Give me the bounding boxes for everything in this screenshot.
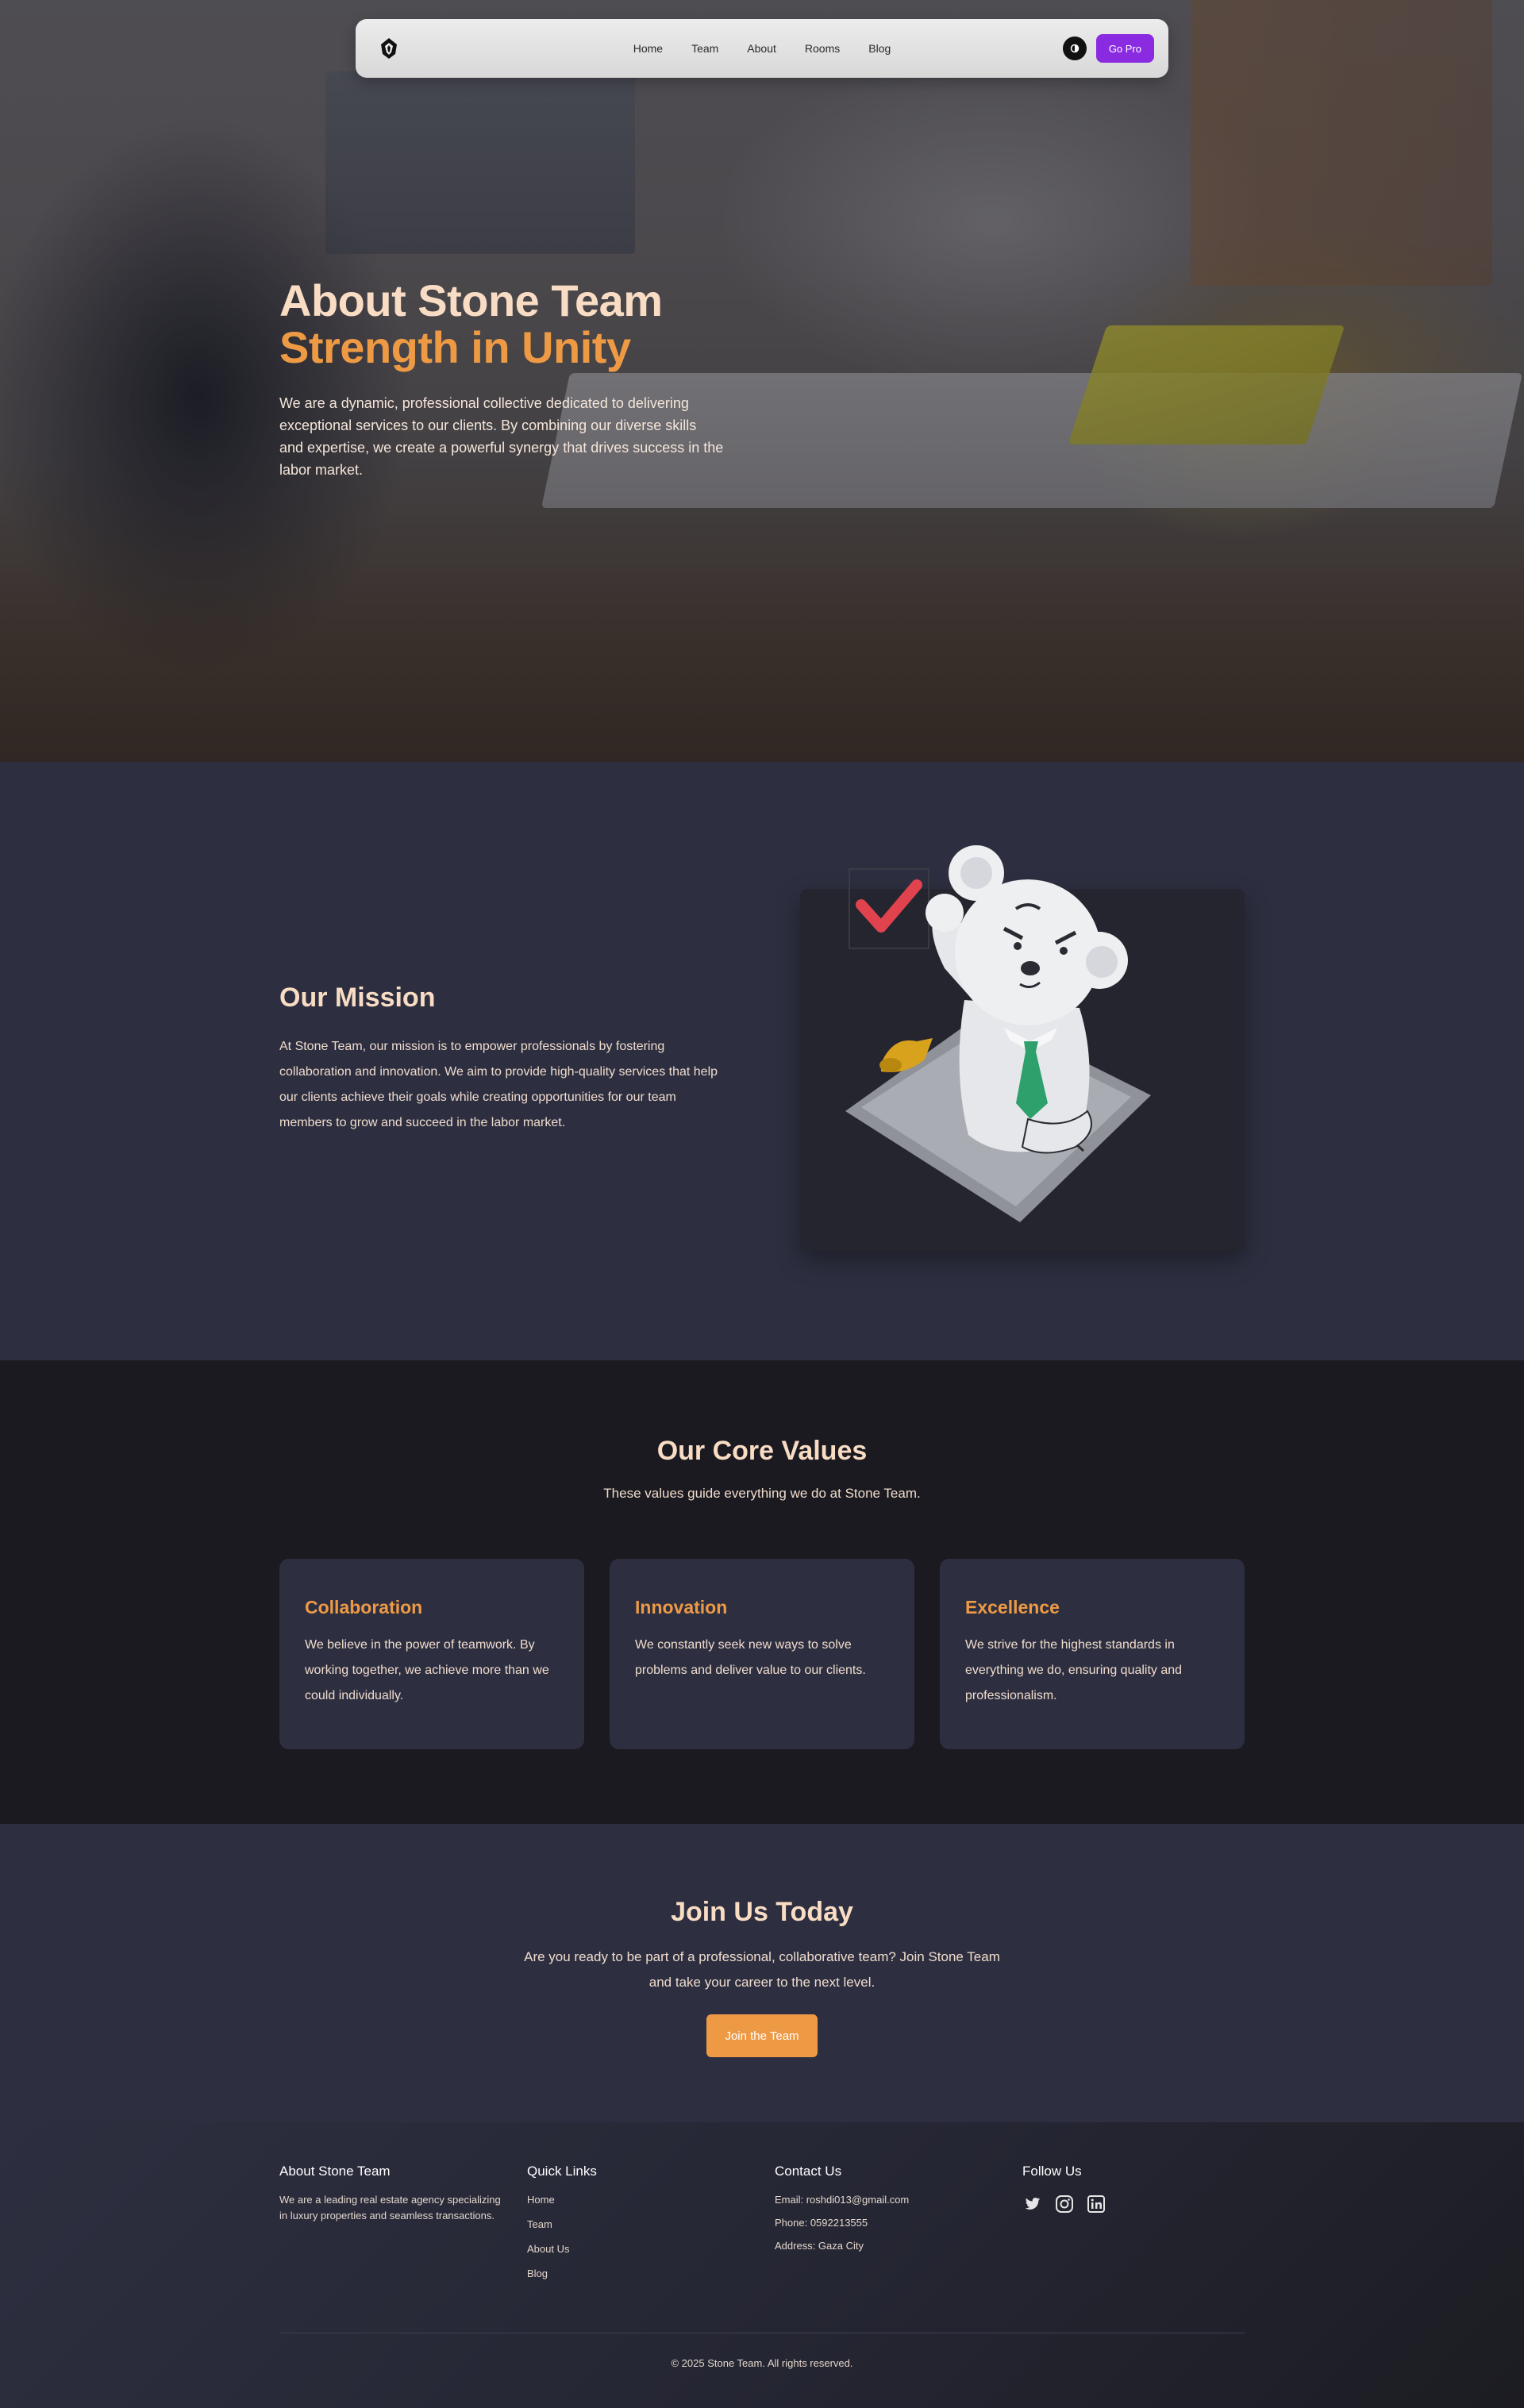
footer-about-title: About Stone Team (279, 2164, 391, 2179)
footer: About Stone Team We are a leading real e… (0, 2122, 1524, 2408)
value-card-text: We strive for the highest standards in e… (965, 1638, 1183, 1702)
footer-follow-title: Follow Us (1022, 2164, 1082, 2179)
value-card-title: Innovation (635, 1597, 728, 1618)
nav-links: Home Team About Rooms Blog (356, 19, 1168, 78)
hero-overlay (0, 0, 1524, 762)
mission-text-block: Our Mission At Stone Team, our mission i… (279, 983, 724, 1136)
join-section: Join Us Today Are you ready to be part o… (0, 1824, 1524, 2122)
value-card-title: Excellence (965, 1597, 1060, 1618)
linkedin-icon[interactable] (1086, 2194, 1106, 2214)
nav-link-rooms[interactable]: Rooms (805, 42, 840, 55)
hero-content: About Stone Team Strength in Unity We ar… (279, 275, 740, 481)
footer-link-team[interactable]: Team (527, 2218, 552, 2230)
theme-toggle-icon[interactable] (1062, 37, 1087, 60)
footer-link-blog[interactable]: Blog (527, 2268, 548, 2279)
navbar: Home Team About Rooms Blog Go Pro (356, 19, 1168, 78)
values-title: Our Core Values (656, 1436, 868, 1466)
footer-links-title: Quick Links (527, 2164, 597, 2179)
footer-about-text: We are a leading real estate agency spec… (279, 2194, 501, 2221)
footer-contact: Contact Us Email: roshdi013@gmail.com Ph… (775, 2164, 1013, 2263)
value-card-text: We constantly seek new ways to solve pro… (635, 1638, 866, 1677)
hero-title: About Stone Team (279, 275, 663, 325)
bear-mascot-illustration (845, 845, 1151, 1222)
nav-link-team[interactable]: Team (691, 42, 718, 55)
value-card-collaboration: Collaboration We believe in the power of… (279, 1559, 584, 1749)
mission-section: Our Mission At Stone Team, our mission i… (0, 762, 1524, 1360)
nav-link-blog[interactable]: Blog (868, 42, 891, 55)
footer-link-home[interactable]: Home (527, 2194, 555, 2206)
value-card-title: Collaboration (305, 1597, 423, 1618)
footer-link-about-us[interactable]: About Us (527, 2243, 569, 2255)
core-values-section: Our Core Values These values guide every… (0, 1360, 1524, 1824)
footer-follow: Follow Us (1022, 2164, 1260, 2214)
join-team-button[interactable]: Join the Team (706, 2014, 818, 2057)
values-subtitle: These values guide everything we do at S… (603, 1486, 921, 1501)
footer-contact-title: Contact Us (775, 2164, 842, 2179)
hero-description: We are a dynamic, professional collectiv… (279, 394, 724, 478)
copyright: © 2025 Stone Team. All rights reserved. (671, 2357, 853, 2369)
nav-actions: Go Pro (1062, 34, 1154, 63)
mission-title: Our Mission (279, 983, 436, 1013)
footer-phone: Phone: 0592213555 (775, 2217, 868, 2229)
value-card-excellence: Excellence We strive for the highest sta… (940, 1559, 1245, 1749)
footer-email: Email: roshdi013@gmail.com (775, 2194, 910, 2206)
values-cards: Collaboration We believe in the power of… (279, 1559, 1245, 1749)
join-description: Are you ready to be part of a profession… (524, 1949, 1000, 1990)
nav-link-about[interactable]: About (747, 42, 776, 55)
footer-about: About Stone Team We are a leading real e… (279, 2164, 518, 2224)
social-links (1022, 2194, 1260, 2214)
hero-subtitle: Strength in Unity (279, 321, 631, 372)
value-card-innovation: Innovation We constantly seek new ways t… (610, 1559, 914, 1749)
instagram-icon[interactable] (1054, 2194, 1075, 2214)
join-title: Join Us Today (671, 1897, 853, 1927)
mission-description: At Stone Team, our mission is to empower… (279, 1040, 718, 1129)
twitter-icon[interactable] (1022, 2194, 1043, 2214)
footer-quick-links: Quick Links Home Team About Us Blog (527, 2164, 765, 2292)
go-pro-button[interactable]: Go Pro (1095, 34, 1154, 63)
value-card-text: We believe in the power of teamwork. By … (305, 1638, 549, 1702)
footer-address: Address: Gaza City (775, 2240, 864, 2252)
logo-icon[interactable] (376, 36, 402, 61)
nav-link-home[interactable]: Home (633, 42, 663, 55)
hero-section: Home Team About Rooms Blog Go Pro About … (0, 0, 1524, 762)
